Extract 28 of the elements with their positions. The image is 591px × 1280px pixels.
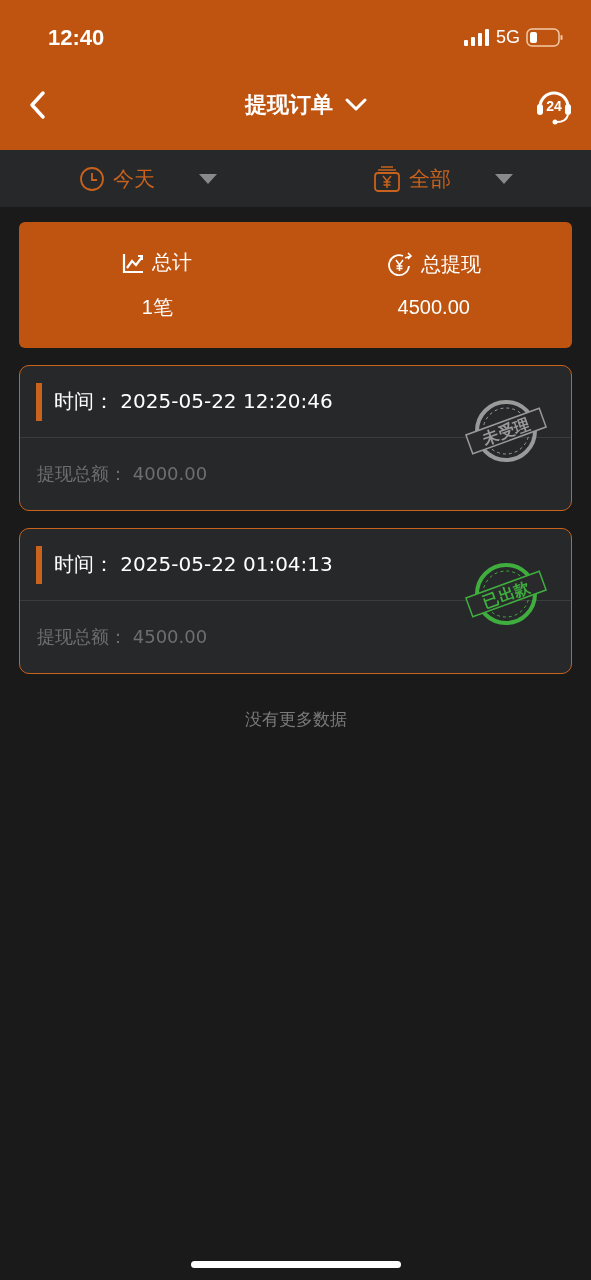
chevron-down-icon[interactable] <box>344 98 367 112</box>
order-time: 时间： 2025-05-22 12:20:46 <box>54 388 333 415</box>
battery-icon <box>526 28 563 47</box>
page-title[interactable]: 提现订单 <box>244 90 333 120</box>
yen-exchange-icon <box>386 251 413 278</box>
clock-icon <box>78 165 105 192</box>
order-card[interactable]: 时间： 2025-05-22 12:20:46 提现总额： 4000.00 未受理 <box>19 365 572 511</box>
signal-icon <box>464 29 490 46</box>
no-more-data-text: 没有更多数据 <box>243 708 348 731</box>
order-time: 时间： 2025-05-22 01:04:13 <box>54 551 333 578</box>
status-time: 12:40 <box>48 24 105 51</box>
order-card[interactable]: 时间： 2025-05-22 01:04:13 提现总额： 4500.00 已出款 <box>19 528 572 674</box>
order-amount: 提现总额： 4500.00 <box>37 625 208 649</box>
summary-label: 总提现 <box>420 251 481 278</box>
wallet-icon <box>373 164 402 193</box>
dropdown-triangle-icon <box>495 173 514 184</box>
accent-bar <box>36 545 42 584</box>
back-icon[interactable] <box>28 90 46 120</box>
network-label: 5G <box>496 27 520 48</box>
summary-value: 1笔 <box>141 295 173 320</box>
order-amount: 提现总额： 4000.00 <box>37 462 208 486</box>
filter-dropdown[interactable]: 今天 <box>0 150 296 207</box>
dropdown-triangle-icon <box>198 173 217 184</box>
summary-value: 4500.00 <box>397 296 470 319</box>
filter-dropdown[interactable]: 全部 <box>295 150 591 207</box>
accent-bar <box>36 382 42 421</box>
line-chart-icon <box>122 251 145 274</box>
summary-label: 总计 <box>152 249 193 276</box>
